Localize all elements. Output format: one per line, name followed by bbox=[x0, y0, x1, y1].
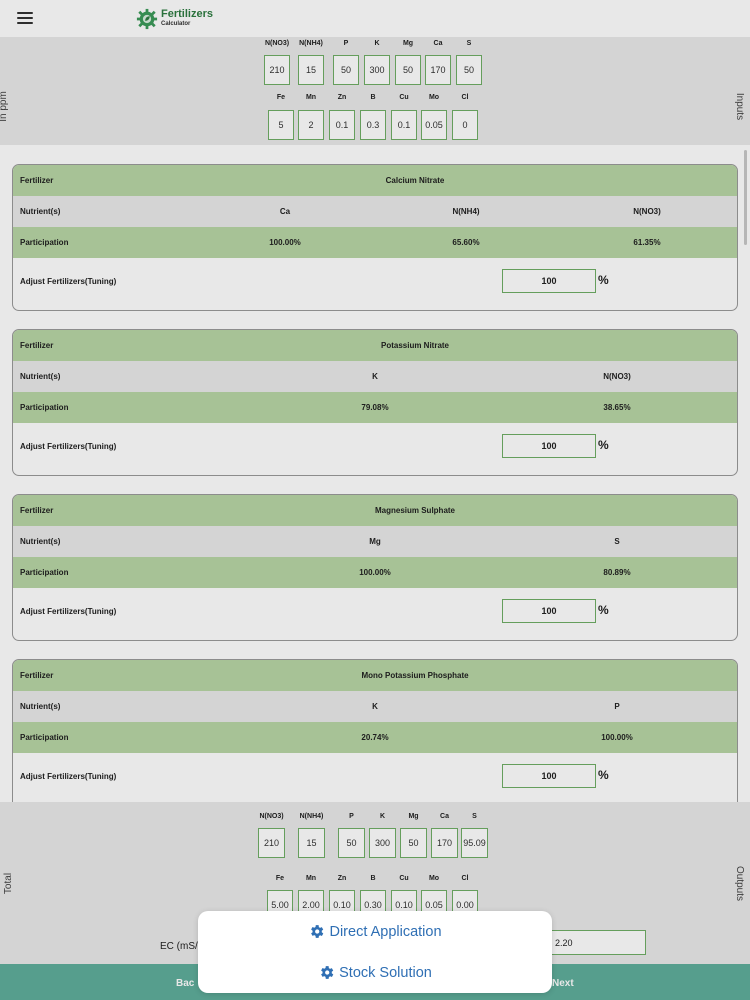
gear-icon bbox=[311, 925, 324, 938]
direct-application-button[interactable]: Direct Application bbox=[198, 911, 552, 952]
modal-overlay[interactable] bbox=[0, 0, 750, 1000]
stock-solution-button[interactable]: Stock Solution bbox=[198, 952, 552, 993]
gear-icon bbox=[321, 966, 334, 979]
action-sheet: Direct Application Stock Solution bbox=[198, 911, 552, 993]
app-screen: Fertilizers Calculator In ppm Inputs N(N… bbox=[0, 0, 750, 1000]
stock-solution-label: Stock Solution bbox=[339, 964, 432, 981]
direct-application-label: Direct Application bbox=[329, 923, 442, 940]
